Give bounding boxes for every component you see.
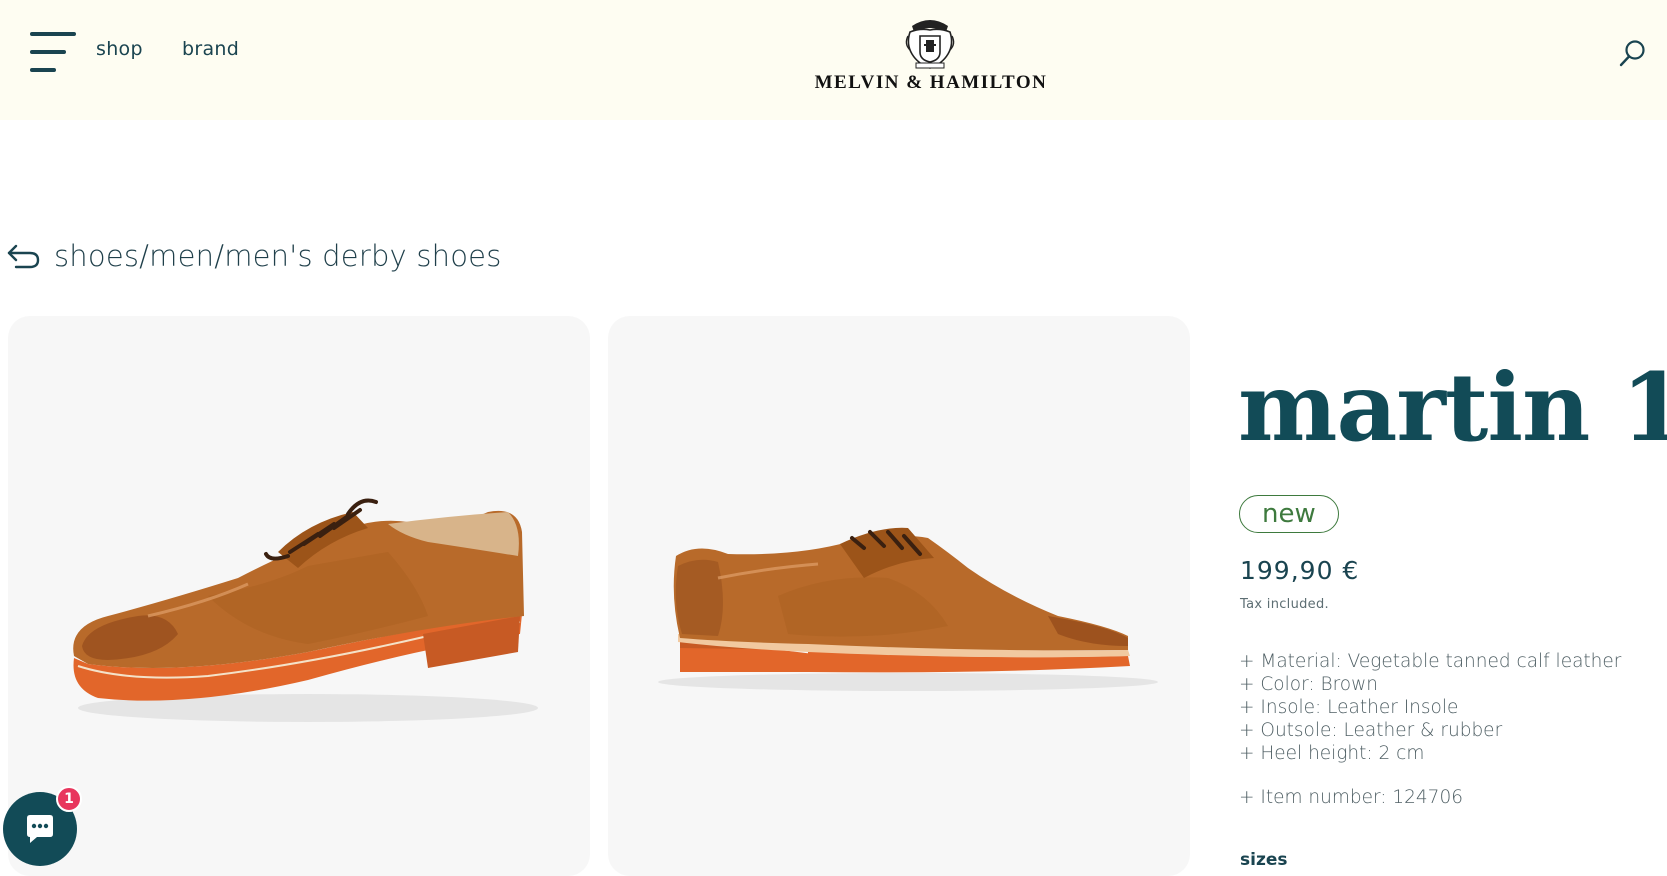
brand-logo[interactable]: MELVIN & HAMILTON	[800, 14, 1062, 98]
product-specs: + Material: Vegetable tanned calf leathe…	[1239, 650, 1621, 765]
product-image-front[interactable]	[8, 316, 590, 876]
breadcrumb-path[interactable]: shoes/men/men's derby shoes	[54, 239, 502, 273]
spec-outsole: + Outsole: Leather & rubber	[1239, 720, 1503, 741]
site-header: shop brand MELVIN & HAMILTON	[0, 0, 1667, 120]
spec-heel-height: + Heel height: 2 cm	[1239, 743, 1425, 764]
spec-material: + Material: Vegetable tanned calf leathe…	[1239, 651, 1622, 672]
tax-note: Tax included.	[1240, 597, 1329, 612]
product-title: martin 1	[1238, 353, 1667, 463]
sizes-label: sizes	[1240, 850, 1288, 870]
logo-wordmark: MELVIN & HAMILTON	[814, 72, 1048, 93]
spec-insole: + Insole: Leather Insole	[1239, 697, 1459, 718]
menu-icon[interactable]	[30, 32, 76, 74]
shoe-side-illustration	[658, 527, 1158, 691]
spec-color: + Color: Brown	[1239, 674, 1378, 695]
crest-logo-icon	[905, 20, 955, 69]
new-badge: new	[1239, 495, 1339, 533]
item-number: + Item number: 124706	[1239, 787, 1463, 808]
shoe-front-illustration	[73, 498, 538, 722]
search-icon[interactable]	[1618, 38, 1648, 68]
product-image-side[interactable]	[608, 316, 1190, 876]
chat-notification-badge: 1	[56, 786, 82, 812]
nav-shop-link[interactable]: shop	[96, 38, 143, 60]
back-arrow-icon[interactable]	[6, 242, 42, 270]
product-price: 199,90 €	[1240, 556, 1360, 585]
breadcrumb: shoes/men/men's derby shoes	[6, 236, 502, 276]
chat-icon	[27, 815, 53, 843]
nav-brand-link[interactable]: brand	[182, 38, 239, 60]
